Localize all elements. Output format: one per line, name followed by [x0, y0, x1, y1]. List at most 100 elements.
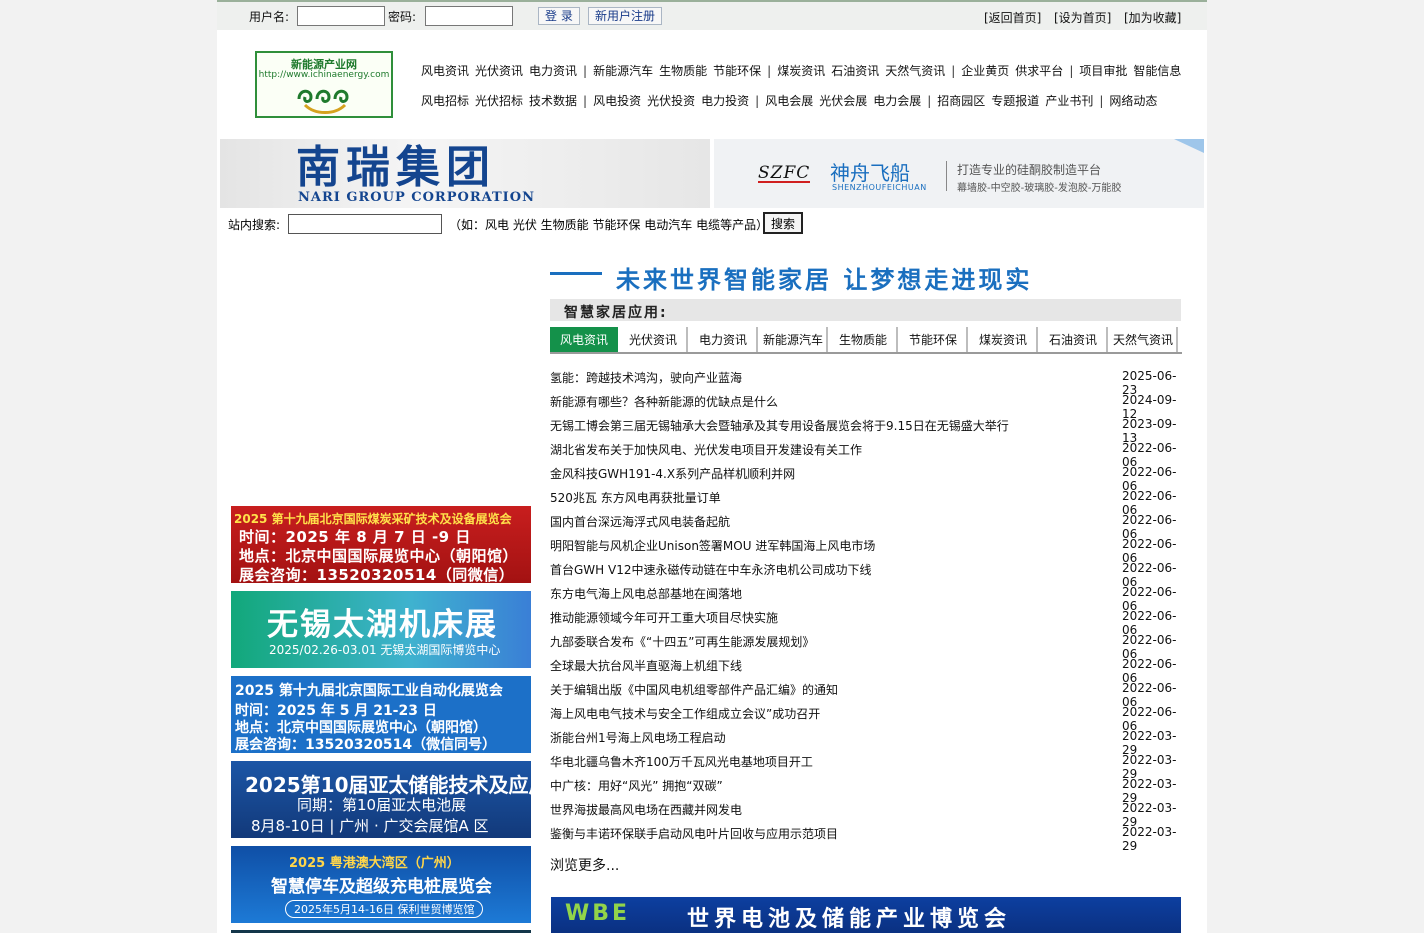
register-button[interactable]: 新用户注册	[588, 7, 663, 25]
news-title[interactable]: 世界海拔最高风电场在西藏并网发电	[550, 801, 742, 818]
more-news-link[interactable]: 浏览更多...	[550, 855, 619, 875]
battery-expo-banner[interactable]: WBE 世界电池及储能产业博览会	[551, 897, 1181, 933]
automation-expo-ad[interactable]: 2025 第十九届北京国际工业自动化展览会 时间：2025 年 5 月 21-2…	[231, 676, 531, 753]
news-row[interactable]: 浙能台州1号海上风电场工程启动 2022-03-29	[550, 724, 1190, 757]
news-row[interactable]: 湖北省发布关于加快风电、光伏发电项目开发建设有关工作 2022-06-06	[550, 436, 1190, 469]
tab-1[interactable]: 风电资讯	[550, 327, 618, 352]
tab-3[interactable]: 电力资讯	[690, 327, 758, 352]
news-row[interactable]: 九部委联合发布《“十四五”可再生能源发展规划》 2022-06-06	[550, 628, 1190, 661]
nav-link[interactable]: 光伏资讯	[475, 64, 523, 78]
tab-6[interactable]: 节能环保	[900, 327, 968, 352]
news-title[interactable]: 九部委联合发布《“十四五”可再生能源发展规划》	[550, 633, 814, 650]
news-row[interactable]: 东方电气海上风电总部基地在闽落地 2022-06-06	[550, 580, 1190, 613]
news-row[interactable]: 金风科技GWH191-4.X系列产品样机顺利并网 2022-06-06	[550, 460, 1190, 493]
smart-home-header: 未来世界智能家居 让梦想走进现实	[550, 260, 1180, 294]
nav-link[interactable]: 技术数据	[529, 94, 577, 108]
tab-5[interactable]: 生物质能	[830, 327, 898, 352]
login-button[interactable]: 登 录	[538, 7, 580, 25]
back-home-link[interactable]: [返回首页]	[984, 9, 1041, 26]
news-title[interactable]: 520兆瓦 东方风电再获批量订单	[550, 489, 721, 506]
nav-link[interactable]: 光伏招标	[475, 94, 523, 108]
news-row[interactable]: 海上风电电气技术与安全工作组成立会议”成功召开 2022-06-06	[550, 700, 1190, 733]
nav-link[interactable]: 风电投资	[593, 94, 641, 108]
nav-link[interactable]: 智能信息	[1133, 64, 1181, 78]
news-row[interactable]: 鉴衡与丰诺环保联手启动风电叶片回收与应用示范项目 2022-03-29	[550, 820, 1190, 853]
nav-link[interactable]: 石油资讯	[831, 64, 879, 78]
news-row[interactable]: 520兆瓦 东方风电再获批量订单 2022-06-06	[550, 484, 1190, 517]
nav-link[interactable]: 生物质能	[659, 64, 707, 78]
nav-separator: |	[755, 94, 760, 108]
add-favorite-link[interactable]: [加为收藏]	[1124, 9, 1181, 26]
nav-link[interactable]: 风电会展	[765, 94, 813, 108]
tab-8[interactable]: 石油资讯	[1040, 327, 1108, 352]
username-input[interactable]	[297, 6, 385, 26]
site-search-button[interactable]: 搜索	[763, 212, 803, 234]
password-input[interactable]	[425, 6, 513, 26]
ad-line: 8月8-10日 | 广州 · 广交会展馆A 区	[251, 817, 489, 835]
news-title[interactable]: 中广核：用好“风光” 拥抱“双碳”	[550, 777, 723, 794]
news-row[interactable]: 氢能：跨越技术鸿沟，驶向产业蓝海 2025-06-23	[550, 364, 1190, 397]
swirl-emblem-icon	[297, 89, 349, 114]
nav-link[interactable]: 专题报道	[991, 94, 1039, 108]
section-title: 智慧家居应用:	[564, 305, 668, 321]
news-title[interactable]: 东方电气海上风电总部基地在闽落地	[550, 585, 742, 602]
news-title[interactable]: 华电北疆乌鲁木齐100万千瓦风光电基地项目开工	[550, 753, 813, 770]
nav-link[interactable]: 节能环保	[713, 64, 761, 78]
news-title[interactable]: 首台GWH V12中速永磁传动链在中车永济电机公司成功下线	[550, 561, 871, 578]
nav-link[interactable]: 招商园区	[937, 94, 985, 108]
nav-link[interactable]: 供求平台	[1015, 64, 1063, 78]
site-logo[interactable]: 新能源产业网 http://www.ichinaenergy.com	[255, 51, 393, 118]
szfc-banner[interactable]: SZFC 神舟飞船 SHENZHOUFEICHUAN 打造专业的硅酮胶制造平台 …	[714, 139, 1204, 208]
main-nav-row-1: 风电资讯 光伏资讯 电力资讯 | 新能源汽车 生物质能 节能环保 | 煤炭资讯 石油资讯 天然气资讯…	[421, 62, 1187, 78]
news-title[interactable]: 氢能：跨越技术鸿沟，驶向产业蓝海	[550, 369, 742, 386]
nav-link[interactable]: 电力会展	[873, 94, 921, 108]
news-title[interactable]: 浙能台州1号海上风电场工程启动	[550, 729, 726, 746]
energy-storage-expo-ad[interactable]: 2025第10届亚太储能技术及应用展 同期：第10届亚太电池展 8月8-10日 …	[231, 761, 531, 838]
news-row[interactable]: 首台GWH V12中速永磁传动链在中车永济电机公司成功下线 2022-06-06	[550, 556, 1190, 589]
nav-link[interactable]: 产业书刊	[1045, 94, 1093, 108]
nav-link[interactable]: 风电资讯	[421, 64, 469, 78]
coal-mining-expo-ad[interactable]: 2025 第十九届北京国际煤炭采矿技术及设备展览会 时间：2025 年 8 月 …	[231, 506, 531, 583]
nav-link[interactable]: 新能源汽车	[593, 64, 653, 78]
site-search-input[interactable]	[288, 214, 442, 234]
nav-link[interactable]: 企业黄页	[961, 64, 1009, 78]
news-row[interactable]: 华电北疆乌鲁木齐100万千瓦风光电基地项目开工 2022-03-29	[550, 748, 1190, 781]
nav-link[interactable]: 煤炭资讯	[777, 64, 825, 78]
news-row[interactable]: 明阳智能与风机企业Unison签署MOU 进军韩国海上风电市场 2022-06-0…	[550, 532, 1190, 565]
news-row[interactable]: 全球最大抗台风半直驱海上机组下线 2022-06-06	[550, 652, 1190, 685]
news-title[interactable]: 鉴衡与丰诺环保联手启动风电叶片回收与应用示范项目	[550, 825, 838, 842]
tab-2[interactable]: 光伏资讯	[620, 327, 688, 352]
news-title[interactable]: 全球最大抗台风半直驱海上机组下线	[550, 657, 742, 674]
nav-link[interactable]: 项目审批	[1079, 64, 1127, 78]
set-homepage-link[interactable]: [设为首页]	[1054, 9, 1111, 26]
news-row[interactable]: 中广核：用好“风光” 拥抱“双碳” 2022-03-29	[550, 772, 1190, 805]
news-row[interactable]: 国内首台深远海浮式风电装备起航 2022-06-06	[550, 508, 1190, 541]
news-title[interactable]: 明阳智能与风机企业Unison签署MOU 进军韩国海上风电市场	[550, 537, 875, 554]
nav-link[interactable]: 网络动态	[1109, 94, 1157, 108]
nav-link[interactable]: 电力资讯	[529, 64, 577, 78]
nav-link[interactable]: 天然气资讯	[885, 64, 945, 78]
tab-7[interactable]: 煤炭资讯	[970, 327, 1038, 352]
news-title[interactable]: 国内首台深远海浮式风电装备起航	[550, 513, 730, 530]
news-row[interactable]: 新能源有哪些？各种新能源的优缺点是什么 2024-09-12	[550, 388, 1190, 421]
news-row[interactable]: 关于编辑出版《中国风电机组零部件产品汇编》的通知 2022-06-06	[550, 676, 1190, 709]
news-title[interactable]: 无锡工博会第三届无锡轴承大会暨轴承及其专用设备展览会将于9.15日在无锡盛大举行	[550, 417, 1009, 434]
news-title[interactable]: 湖北省发布关于加快风电、光伏发电项目开发建设有关工作	[550, 441, 862, 458]
nav-link[interactable]: 光伏投资	[647, 94, 695, 108]
nav-link[interactable]: 光伏会展	[819, 94, 867, 108]
nav-link[interactable]: 电力投资	[701, 94, 749, 108]
nari-banner[interactable]: 南瑞集团 NARI GROUP CORPORATION	[220, 139, 710, 208]
news-title[interactable]: 关于编辑出版《中国风电机组零部件产品汇编》的通知	[550, 681, 838, 698]
news-row[interactable]: 推动能源领域今年可开工重大项目尽快实施 2022-06-06	[550, 604, 1190, 637]
news-row[interactable]: 世界海拔最高风电场在西藏并网发电 2022-03-29	[550, 796, 1190, 829]
machine-tool-expo-ad[interactable]: 无锡太湖机床展 2025/02.26-03.01 无锡太湖国际博览中心	[231, 591, 531, 668]
news-title[interactable]: 推动能源领域今年可开工重大项目尽快实施	[550, 609, 778, 626]
tab-9[interactable]: 天然气资讯	[1110, 327, 1178, 352]
news-row[interactable]: 无锡工博会第三届无锡轴承大会暨轴承及其专用设备展览会将于9.15日在无锡盛大举行…	[550, 412, 1190, 445]
tab-4[interactable]: 新能源汽车	[760, 327, 828, 352]
parking-charging-expo-ad[interactable]: 2025 粤港澳大湾区（广州） 智慧停车及超级充电桩展览会 2025年5月14-…	[231, 846, 531, 923]
news-title[interactable]: 海上风电电气技术与安全工作组成立会议”成功召开	[550, 705, 820, 722]
nav-link[interactable]: 风电招标	[421, 94, 469, 108]
news-title[interactable]: 新能源有哪些？各种新能源的优缺点是什么	[550, 393, 778, 410]
news-title[interactable]: 金风科技GWH191-4.X系列产品样机顺利并网	[550, 465, 795, 482]
